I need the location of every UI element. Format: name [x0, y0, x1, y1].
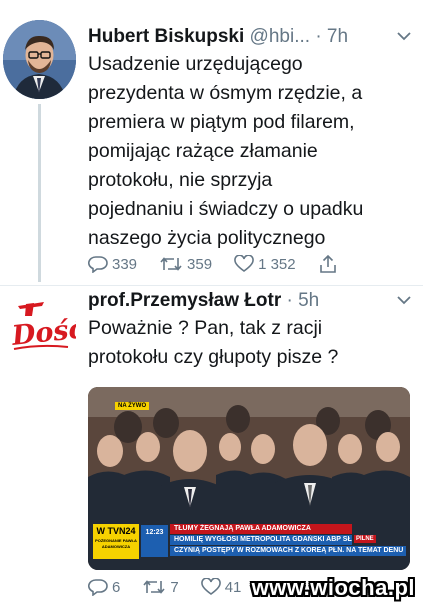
- tweet-timestamp[interactable]: 5h: [298, 290, 319, 311]
- separator-dot: ·: [286, 290, 293, 311]
- retweet-button[interactable]: 7: [142, 578, 179, 596]
- author-handle[interactable]: @hbi...: [250, 26, 310, 47]
- tweet-header: Hubert Biskupski @hbi... · 7h: [88, 26, 348, 48]
- ticker-bar: CZYNIĄ POSTĘPY W ROZMOWACH Z KOREĄ PŁN. …: [170, 546, 406, 556]
- like-count: 1 352: [258, 255, 296, 273]
- share-button[interactable]: [318, 254, 342, 274]
- sub-headline-bar: HOMILIĘ WYGŁOSI METROPOLITA GDAŃSKI ABP …: [170, 535, 352, 545]
- chevron-down-icon[interactable]: [397, 292, 411, 310]
- channel-subtitle: POŻEGNANIE PAWŁA ADAMOWICZA: [95, 538, 137, 549]
- reply-icon: [88, 256, 108, 273]
- heart-icon: [200, 578, 221, 595]
- like-count: 41: [224, 578, 242, 596]
- tweet-text: Usadzenie urzędującego prezydenta w ósmy…: [88, 53, 364, 249]
- tvn24-logo: W TVN24 POŻEGNANIE PAWŁA ADAMOWICZA: [93, 524, 139, 559]
- reply-count: 339: [112, 255, 138, 273]
- tweet-timestamp[interactable]: 7h: [327, 26, 348, 47]
- author-name[interactable]: Hubert Biskupski: [88, 26, 244, 47]
- pilne-badge: PILNE: [354, 535, 376, 543]
- chevron-down-icon[interactable]: [397, 28, 411, 46]
- like-button[interactable]: 1 352: [234, 255, 296, 273]
- author-name[interactable]: prof.Przemysław Łotr: [88, 290, 281, 311]
- heart-icon: [234, 255, 254, 272]
- tweet-header: prof.Przemysław Łotr · 5h: [88, 290, 319, 312]
- like-button[interactable]: 41: [200, 578, 242, 596]
- tweet-text: Poważnie ? Pan, tak z racji protokołu cz…: [88, 317, 339, 368]
- site-watermark: www.wiocha.pl: [251, 575, 415, 600]
- retweet-icon: [160, 257, 182, 271]
- separator-dot: ·: [315, 26, 322, 47]
- broadcast-time: 12:23: [141, 525, 168, 557]
- channel-name: W TVN24: [96, 526, 136, 536]
- tweet-media-image[interactable]: NA ŻYWO W TVN24 POŻEGNANIE PAWŁA ADAMOWI…: [88, 387, 410, 570]
- tweet-przemyslaw-lotr[interactable]: Dość prof.Przemysław Łotr · 5h Poważnie …: [0, 286, 423, 607]
- reply-button[interactable]: 339: [88, 255, 137, 273]
- headline-bar: TŁUMY ŻEGNAJĄ PAWŁA ADAMOWICZA: [170, 524, 352, 534]
- retweet-icon: [143, 580, 165, 594]
- reply-button[interactable]: 6: [88, 578, 120, 596]
- tv-ticker: W TVN24 POŻEGNANIE PAWŁA ADAMOWICZA 12:2…: [88, 521, 410, 563]
- tweet-actions: 339 359 1 352: [88, 254, 364, 274]
- reply-count: 6: [112, 578, 121, 596]
- avatar-photo: [3, 20, 76, 99]
- retweet-button[interactable]: 359: [159, 255, 212, 273]
- avatar[interactable]: Dość: [4, 294, 87, 364]
- retweet-count: 359: [187, 255, 213, 273]
- dosc-logo-avatar: Dość: [4, 294, 87, 364]
- share-icon: [319, 254, 336, 273]
- tweet-actions: 6 7 41: [88, 578, 263, 596]
- retweet-count: 7: [170, 578, 179, 596]
- reply-icon: [88, 579, 108, 596]
- avatar[interactable]: [3, 20, 76, 99]
- tweet-hubert-biskupski[interactable]: Hubert Biskupski @hbi... · 7h Usadzenie …: [0, 0, 423, 285]
- live-badge: NA ŻYWO: [115, 402, 150, 410]
